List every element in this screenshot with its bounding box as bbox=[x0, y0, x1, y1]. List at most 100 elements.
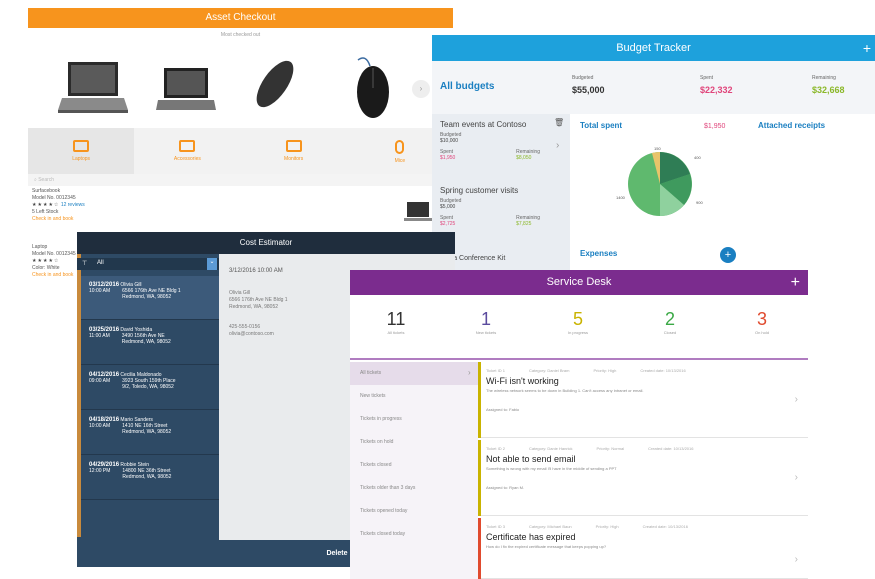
budget-card-remaining: $7,825 bbox=[516, 221, 532, 227]
ticket-status-bar bbox=[478, 440, 481, 516]
appointment-row[interactable]: 04/18/2016 Mario Sanders 10:00 AM 1410 NE … bbox=[81, 411, 219, 455]
appointment-row[interactable]: 04/12/2016 Cecilia Maldonado 09:00 AM 3923… bbox=[81, 366, 219, 410]
tab-accessories[interactable]: Accessories bbox=[134, 128, 240, 174]
chevron-right-icon: › bbox=[794, 554, 798, 565]
filter-older-than-3-days[interactable]: Tickets older than 3 days bbox=[350, 477, 478, 500]
search-input[interactable]: ⌕ Search bbox=[28, 174, 453, 186]
budget-card-title: Spring customer visits bbox=[440, 186, 519, 195]
appointment-row[interactable]: 03/12/2016 Olivia Gill 10:00 AM 6566 176th… bbox=[81, 276, 219, 320]
stat-all[interactable]: 11 All tickets bbox=[366, 309, 426, 335]
pie-label: 400 bbox=[694, 155, 701, 160]
ticket-title: Not able to send email bbox=[486, 454, 576, 464]
stat-number: 1 bbox=[480, 309, 491, 329]
filter-new-tickets[interactable]: New tickets bbox=[350, 385, 478, 408]
ticket-card[interactable]: Ticket ID 3 Category: Michael Baun Priorit… bbox=[478, 518, 808, 579]
item-name: Laptop bbox=[32, 244, 48, 250]
total-spent-label: Total spent bbox=[580, 121, 623, 130]
ticket-description: Something is wrong with my email I'll ha… bbox=[486, 466, 617, 471]
chevron-right-icon: › bbox=[468, 368, 471, 377]
appointment-list: ⊤ All ⌄ 03/12/2016 Olivia Gill 10:00 AM 65… bbox=[77, 254, 219, 567]
tab-laptops[interactable]: Laptops bbox=[28, 128, 135, 174]
item-link[interactable]: Check in and book bbox=[32, 272, 76, 279]
stat-new[interactable]: 1 New tickets bbox=[456, 309, 516, 335]
filter-opened-today[interactable]: Tickets opened today bbox=[350, 500, 478, 523]
row-city: Redmond, WA, 98052 bbox=[122, 474, 172, 480]
budget-tracker-app: Budget Tracker + All budgets Budgeted $55… bbox=[432, 35, 875, 270]
filter-on-hold[interactable]: Tickets on hold bbox=[350, 431, 478, 454]
detail-address: 6566 176th Ave NE Bldg 1 bbox=[229, 297, 288, 303]
spent-value: $22,332 bbox=[700, 85, 733, 95]
item-link[interactable]: Check in and book bbox=[32, 216, 85, 223]
appointment-row[interactable]: 03/25/2016 David Yoshida 11:00 AM 3490 156… bbox=[81, 321, 219, 365]
list-item[interactable]: Surfacebook Model No. 0012345 ★★★★☆ 12 r… bbox=[32, 188, 85, 223]
chevron-right-icon: › bbox=[794, 394, 798, 405]
budget-card[interactable]: Team events at Contoso Budgeted $10,000 … bbox=[440, 120, 560, 161]
service-header: Service Desk + bbox=[350, 270, 808, 295]
budget-card-remaining: $8,050 bbox=[516, 155, 532, 161]
stat-number: 3 bbox=[756, 309, 767, 329]
tab-label: Monitors bbox=[284, 156, 304, 162]
filter-closed[interactable]: Tickets closed bbox=[350, 454, 478, 477]
spent-label: Spent bbox=[700, 75, 714, 81]
ticket-title: Certificate has expired bbox=[486, 532, 576, 542]
stat-number: 2 bbox=[664, 309, 675, 329]
pie-label: 900 bbox=[696, 200, 703, 205]
service-title: Service Desk bbox=[546, 276, 612, 288]
appointment-row[interactable]: 04/29/2016 Robbie Stein 12:00 PM 14800 NE … bbox=[81, 456, 219, 500]
row-city: 9/2, Toledo, WA, 98052 bbox=[122, 384, 174, 390]
ticket-id: Ticket ID 1 bbox=[486, 368, 505, 373]
trash-icon[interactable]: 🗑 bbox=[554, 118, 564, 127]
filter-closed-today[interactable]: Tickets closed today bbox=[350, 523, 478, 546]
ticket-category: Category: Danie Hanrick bbox=[528, 446, 573, 451]
stat-closed[interactable]: 2 Closed bbox=[640, 309, 700, 335]
ticket-assignee: Assigned to: Fabio bbox=[486, 407, 520, 412]
laptop-product-image[interactable] bbox=[58, 56, 128, 124]
laptop-product-image-2[interactable] bbox=[156, 56, 216, 124]
service-desk-app: Service Desk + 11 All tickets 1 New tickets… bbox=[350, 270, 808, 579]
budget-card-title: Team events at Contoso bbox=[440, 120, 527, 129]
chevron-down-icon[interactable]: ⌄ bbox=[207, 258, 217, 270]
add-budget-button[interactable]: + bbox=[863, 35, 871, 61]
ticket-date: Created date: 10/13/2016 bbox=[640, 368, 686, 373]
chevron-right-icon[interactable]: › bbox=[556, 140, 559, 151]
list-item[interactable]: Laptop Model No. 0012345 ★★★★☆ Color: Wh… bbox=[32, 244, 76, 279]
next-arrow-button[interactable]: › bbox=[412, 80, 430, 98]
item-model: Model No. 0012345 bbox=[32, 251, 76, 257]
budgeted-value: $55,000 bbox=[572, 85, 605, 95]
filter-all-tickets[interactable]: All tickets bbox=[350, 362, 478, 385]
mobile-mouse-product-image[interactable] bbox=[250, 56, 300, 124]
budget-header: Budget Tracker + bbox=[432, 35, 875, 61]
stat-number: 11 bbox=[386, 309, 406, 329]
filter-in-progress[interactable]: Tickets in progress bbox=[350, 408, 478, 431]
budget-card-budgeted: $5,000 bbox=[440, 204, 456, 210]
ticket-id: Ticket ID 3 bbox=[486, 524, 505, 529]
rating-stars: ★★★★☆ bbox=[32, 258, 60, 264]
stat-label: All tickets bbox=[387, 330, 405, 335]
budget-title: Budget Tracker bbox=[616, 42, 691, 54]
ticket-category: Category: Daniel Bram bbox=[528, 368, 570, 373]
stat-label: Closed bbox=[663, 330, 677, 335]
all-budgets-label: All budgets bbox=[440, 81, 495, 92]
add-ticket-button[interactable]: + bbox=[791, 270, 800, 295]
tab-monitors[interactable]: Monitors bbox=[241, 128, 347, 174]
rating-stars: ★★★★☆ bbox=[32, 202, 60, 208]
detail-phone: 425-555-0156 bbox=[229, 324, 261, 330]
mouse-product-image[interactable] bbox=[348, 56, 398, 124]
remaining-value: $32,668 bbox=[812, 85, 845, 95]
asset-header: Asset Checkout bbox=[28, 8, 453, 28]
ticket-category: Category: Michael Baun bbox=[528, 524, 572, 529]
stat-in-progress[interactable]: 5 In progress bbox=[548, 309, 608, 335]
chevron-right-icon: › bbox=[794, 472, 798, 483]
pie-label: 150 bbox=[654, 146, 661, 151]
ticket-card[interactable]: Ticket ID 2 Category: Danie Hanrick Priori… bbox=[478, 440, 808, 516]
add-expense-button[interactable]: + bbox=[720, 247, 736, 263]
budget-card[interactable]: Spring customer visits Budgeted $5,000 S… bbox=[440, 186, 560, 227]
attached-receipts-label[interactable]: Attached receipts bbox=[758, 121, 825, 130]
budget-card-title[interactable]: Mesa Conference Kit bbox=[440, 255, 560, 262]
stat-on-hold[interactable]: 3 On hold bbox=[732, 309, 792, 335]
ticket-assignee: Assigned to: Ryan M. bbox=[486, 485, 525, 490]
budget-card-budgeted: $10,000 bbox=[440, 138, 459, 144]
filter-dropdown[interactable]: ⊤ All ⌄ bbox=[77, 258, 219, 270]
ticket-date: Created date: 10/13/2016 bbox=[642, 524, 688, 529]
ticket-card[interactable]: Ticket ID 1 Category: Daniel Bram Priority… bbox=[478, 362, 808, 438]
